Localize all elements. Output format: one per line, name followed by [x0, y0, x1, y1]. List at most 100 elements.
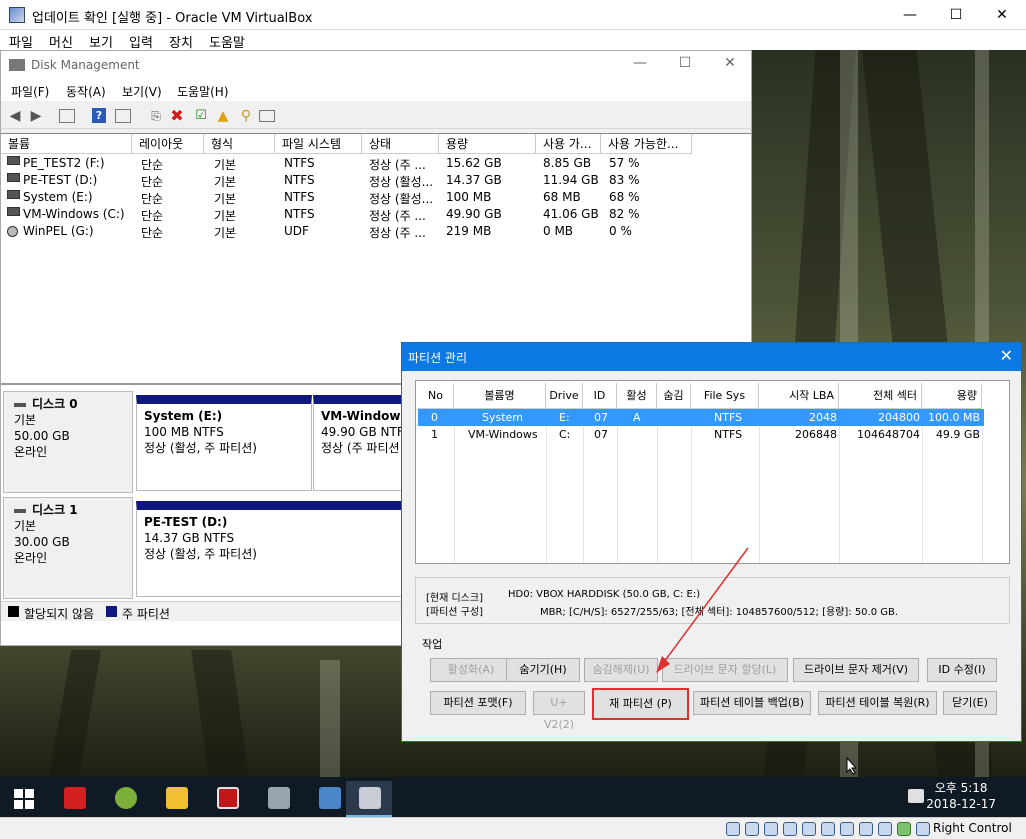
col-volume[interactable]: 볼륨 [1, 134, 132, 154]
display-status-icon[interactable] [840, 822, 854, 836]
volume-free-pct: 0 % [609, 224, 632, 238]
taskbar-olive-app[interactable] [102, 781, 148, 817]
col-free-pct[interactable]: 사용 가능한... [601, 134, 692, 154]
menu-file[interactable]: 파일 [9, 32, 33, 51]
volume-free: 68 MB [543, 190, 581, 204]
forward-arrow-icon[interactable]: ▶ [27, 107, 45, 125]
taskbar-partition-manager[interactable] [346, 781, 392, 817]
current-disk-value: HD0: VBOX HARDDISK (50.0 GB, C: E:) [508, 589, 701, 600]
help-icon[interactable]: ? [92, 108, 106, 123]
optical-status-icon[interactable] [745, 822, 759, 836]
mouse-integration-icon[interactable] [897, 822, 911, 836]
pt-sectors: 204800 [878, 411, 920, 424]
pt-col-no[interactable]: No [418, 383, 454, 409]
pt-col-fs[interactable]: File Sys [691, 383, 759, 409]
video-capture-status-icon[interactable] [859, 822, 873, 836]
pt-col-name[interactable]: 볼륨명 [454, 383, 546, 409]
delete-icon[interactable]: ✖ [168, 107, 186, 125]
partition-vm-windows[interactable]: VM-Windows 49.90 GB NTFS 정상 (주 파티션 [313, 395, 405, 491]
list-icon[interactable] [259, 110, 275, 122]
col-status[interactable]: 상태 [362, 134, 439, 154]
edit-id-button[interactable]: ID 수정(I) [927, 658, 997, 682]
pt-col-drive[interactable]: Drive [546, 383, 583, 409]
audio-status-icon[interactable] [764, 822, 778, 836]
partition-tool-icon [359, 787, 381, 809]
activate-button[interactable]: 활성화(A) [430, 658, 512, 682]
dm-menubar: 파일(F) 동작(A) 보기(V) 도움말(H) [1, 79, 751, 101]
menu-devices[interactable]: 장치 [169, 32, 193, 51]
dm-maximize-button[interactable]: ☐ [672, 55, 698, 71]
taskbar-app-red[interactable] [204, 781, 250, 817]
remove-letter-button[interactable]: 드라이브 문자 제거(V) [793, 658, 919, 682]
pt-col-active[interactable]: 활성 [617, 383, 657, 409]
usb-status-icon[interactable] [802, 822, 816, 836]
partition-name: PE-TEST (D:) [144, 515, 228, 529]
menu-help[interactable]: 도움말 [209, 32, 245, 51]
volume-row[interactable]: VM-Windows (C:) 단순 기본 NTFS 정상 (주 ... 49.… [1, 206, 701, 223]
taskbar-clock[interactable]: 오후 5:18 2018-12-17 [926, 780, 996, 812]
col-filesystem[interactable]: 파일 시스템 [275, 134, 362, 154]
col-free[interactable]: 사용 가... [536, 134, 601, 154]
uv2-button[interactable]: U+ V2(2) [533, 691, 585, 731]
pt-col-id[interactable]: ID [583, 383, 617, 409]
taskbar-disk-tool[interactable] [255, 781, 301, 817]
disk-1-label[interactable]: 디스크 1 기본 30.00 GB 온라인 [3, 497, 133, 599]
volume-row[interactable]: PE_TEST2 (F:) 단순 기본 NTFS 정상 (주 ... 15.62… [1, 155, 701, 172]
volume-row[interactable]: WinPEL (G:) 단순 기본 UDF 정상 (주 ... 219 MB 0… [1, 223, 701, 240]
partition-row[interactable]: 1 VM-Windows C: 07 NTFS 206848 104648704… [418, 426, 984, 443]
repartition-button[interactable]: 재 파티션 (P) [592, 688, 689, 720]
console-tree-icon[interactable] [59, 109, 75, 123]
assign-letter-button[interactable]: 드라이브 문자 할당(L) [662, 658, 788, 682]
unhide-button[interactable]: 숨김해제(U) [584, 658, 658, 682]
col-type[interactable]: 형식 [204, 134, 275, 154]
network-status-icon[interactable] [783, 822, 797, 836]
dm-menu-action[interactable]: 동작(A) [66, 83, 106, 100]
connect-icon[interactable]: ⎘ [147, 107, 165, 125]
pt-col-size[interactable]: 용량 [922, 383, 982, 409]
menu-input[interactable]: 입력 [129, 32, 153, 51]
format-button[interactable]: 파티션 포맷(F) [430, 691, 526, 715]
tray-network-icon[interactable] [908, 789, 924, 803]
properties-icon[interactable] [115, 109, 131, 123]
search-icon[interactable]: ⚲ [237, 107, 255, 125]
folder-up-icon[interactable]: ▲ [214, 107, 232, 125]
dm-menu-view[interactable]: 보기(V) [122, 83, 162, 100]
back-arrow-icon[interactable]: ◀ [6, 107, 24, 125]
pm-close-button[interactable]: 닫기(E) [943, 691, 997, 715]
dm-menu-file[interactable]: 파일(F) [11, 83, 49, 100]
col-capacity[interactable]: 용량 [439, 134, 536, 154]
dm-close-button[interactable]: ✕ [717, 55, 743, 71]
dm-menu-help[interactable]: 도움말(H) [177, 83, 229, 100]
taskbar-explorer[interactable] [153, 781, 199, 817]
pt-col-sectors[interactable]: 전체 섹터 [839, 383, 922, 409]
hdd-status-icon[interactable] [726, 822, 740, 836]
pm-close-icon[interactable]: ✕ [1000, 346, 1013, 365]
close-button[interactable]: ✕ [979, 0, 1025, 30]
hide-button[interactable]: 숨기기(H) [506, 658, 580, 682]
pt-col-hidden[interactable]: 숨김 [657, 383, 691, 409]
shared-folder-status-icon[interactable] [821, 822, 835, 836]
minimize-button[interactable]: — [887, 0, 933, 30]
partition-row-selected[interactable]: 0 System E: 07 A NTFS 2048 204800 100.0 … [418, 409, 984, 426]
menu-machine[interactable]: 머신 [49, 32, 73, 51]
backup-table-button[interactable]: 파티션 테이블 백업(B) [693, 691, 811, 715]
volume-row[interactable]: PE-TEST (D:) 단순 기본 NTFS 정상 (활성... 14.37 … [1, 172, 701, 189]
disk-name: 디스크 0 [32, 397, 78, 411]
disk-0-label[interactable]: 디스크 0 기본 50.00 GB 온라인 [3, 391, 133, 493]
pt-no: 1 [431, 428, 438, 441]
restore-table-button[interactable]: 파티션 테이블 복원(R) [818, 691, 937, 715]
check-icon[interactable]: ☑ [192, 107, 210, 125]
partition-pe-test[interactable]: PE-TEST (D:) 14.37 GB NTFS 정상 (활성, 주 파티션… [136, 501, 406, 597]
menu-view[interactable]: 보기 [89, 32, 113, 51]
window-title: 업데이트 확인 [실행 중] - Oracle VM VirtualBox [32, 11, 313, 26]
maximize-button[interactable]: ☐ [933, 0, 979, 30]
pt-col-lba[interactable]: 시작 LBA [759, 383, 839, 409]
cpu-status-icon[interactable] [878, 822, 892, 836]
partition-system[interactable]: System (E:) 100 MB NTFS 정상 (활성, 주 파티션) [136, 395, 312, 491]
col-layout[interactable]: 레이아웃 [132, 134, 204, 154]
dm-minimize-button[interactable]: — [627, 55, 653, 71]
start-button[interactable] [0, 781, 46, 817]
keyboard-status-icon[interactable] [916, 822, 930, 836]
volume-row[interactable]: System (E:) 단순 기본 NTFS 정상 (활성... 100 MB … [1, 189, 701, 206]
taskbar-power-app[interactable] [51, 781, 97, 817]
